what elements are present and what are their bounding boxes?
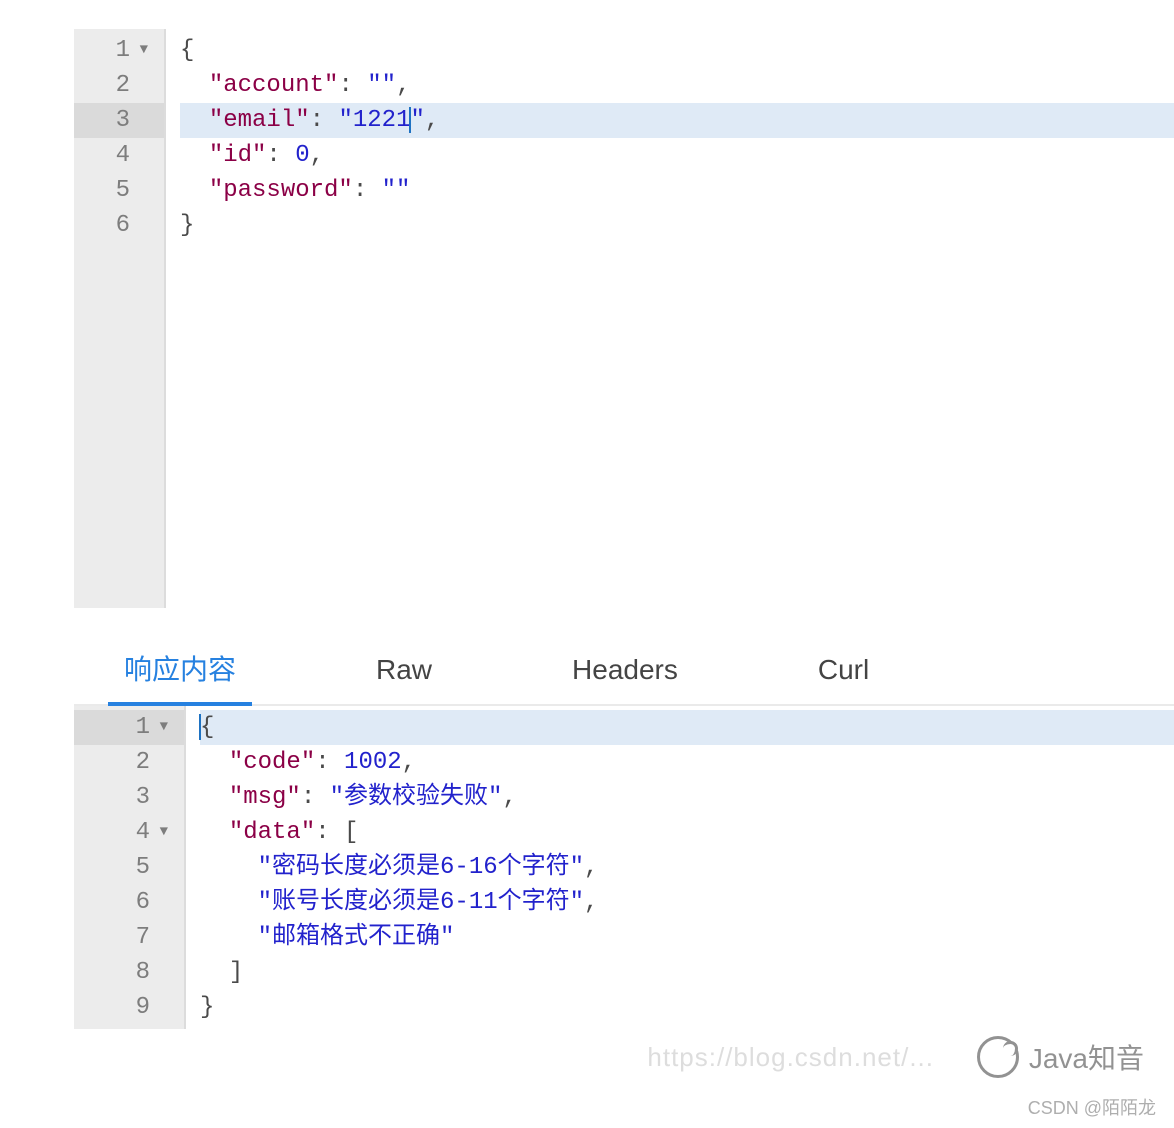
line-number: 5 (116, 173, 130, 208)
tab-raw[interactable]: Raw (366, 654, 442, 686)
json-key: "data" (229, 819, 315, 846)
json-value: 1002 (344, 749, 402, 776)
wechat-icon (977, 1036, 1019, 1078)
json-value: "1221 (338, 107, 410, 134)
code-area[interactable]: { "account": "", "email": "1221", "id": … (166, 29, 1174, 608)
json-value: "邮箱格式不正确" (258, 924, 455, 951)
json-value: "参数校验失败" (330, 784, 503, 811)
line-number: 2 (136, 745, 150, 780)
line-number: 4 (136, 815, 150, 850)
tab-headers[interactable]: Headers (562, 654, 688, 686)
watermark-url: https://blog.csdn.net/... (647, 1042, 934, 1073)
line-number: 3 (136, 780, 150, 815)
line-number: 1 (116, 33, 130, 68)
line-number: 5 (136, 850, 150, 885)
line-number: 7 (136, 920, 150, 955)
request-body-editor[interactable]: 1▼ 2 3 4 5 6 { "account": "", "email": "… (74, 28, 1174, 608)
json-key: "code" (229, 749, 315, 776)
json-key: "account" (209, 72, 339, 99)
fold-arrow-icon[interactable]: ▼ (136, 33, 148, 68)
json-key: "id" (209, 142, 267, 169)
watermark-csdn: CSDN @陌陌龙 (1028, 1094, 1156, 1120)
line-number: 6 (136, 885, 150, 920)
json-value: "账号长度必须是6-11个字符" (258, 889, 584, 916)
line-number-gutter: 1▼ 2 3 4▼ 5 6 7 8 9 (74, 706, 186, 1029)
fold-arrow-icon[interactable]: ▼ (156, 710, 168, 745)
json-key: "msg" (229, 784, 301, 811)
line-number: 9 (136, 990, 150, 1025)
watermark-logo: Java知音 (977, 1036, 1144, 1078)
line-number: 6 (116, 208, 130, 243)
line-number: 2 (116, 68, 130, 103)
fold-arrow-icon[interactable]: ▼ (156, 815, 168, 850)
line-number: 1 (136, 710, 150, 745)
line-number: 8 (136, 955, 150, 990)
json-value: 0 (295, 142, 309, 169)
json-value: "密码长度必须是6-16个字符" (258, 854, 584, 881)
watermark-logo-text: Java知音 (1029, 1037, 1144, 1077)
response-body-editor[interactable]: 1▼ 2 3 4▼ 5 6 7 8 9 { "code": 1002, "msg… (74, 706, 1174, 1029)
json-key: "email" (209, 107, 310, 134)
line-number: 3 (116, 103, 130, 138)
line-number: 4 (116, 138, 130, 173)
json-value: "" (367, 72, 396, 99)
line-number-gutter: 1▼ 2 3 4 5 6 (74, 29, 166, 608)
response-tabs: 响应内容 Raw Headers Curl (74, 648, 1174, 706)
tab-curl[interactable]: Curl (808, 654, 879, 686)
tab-response-body[interactable]: 响应内容 (114, 648, 246, 688)
code-area[interactable]: { "code": 1002, "msg": "参数校验失败", "data":… (186, 706, 1174, 1029)
json-key: "password" (209, 177, 353, 204)
json-value: "" (382, 177, 411, 204)
